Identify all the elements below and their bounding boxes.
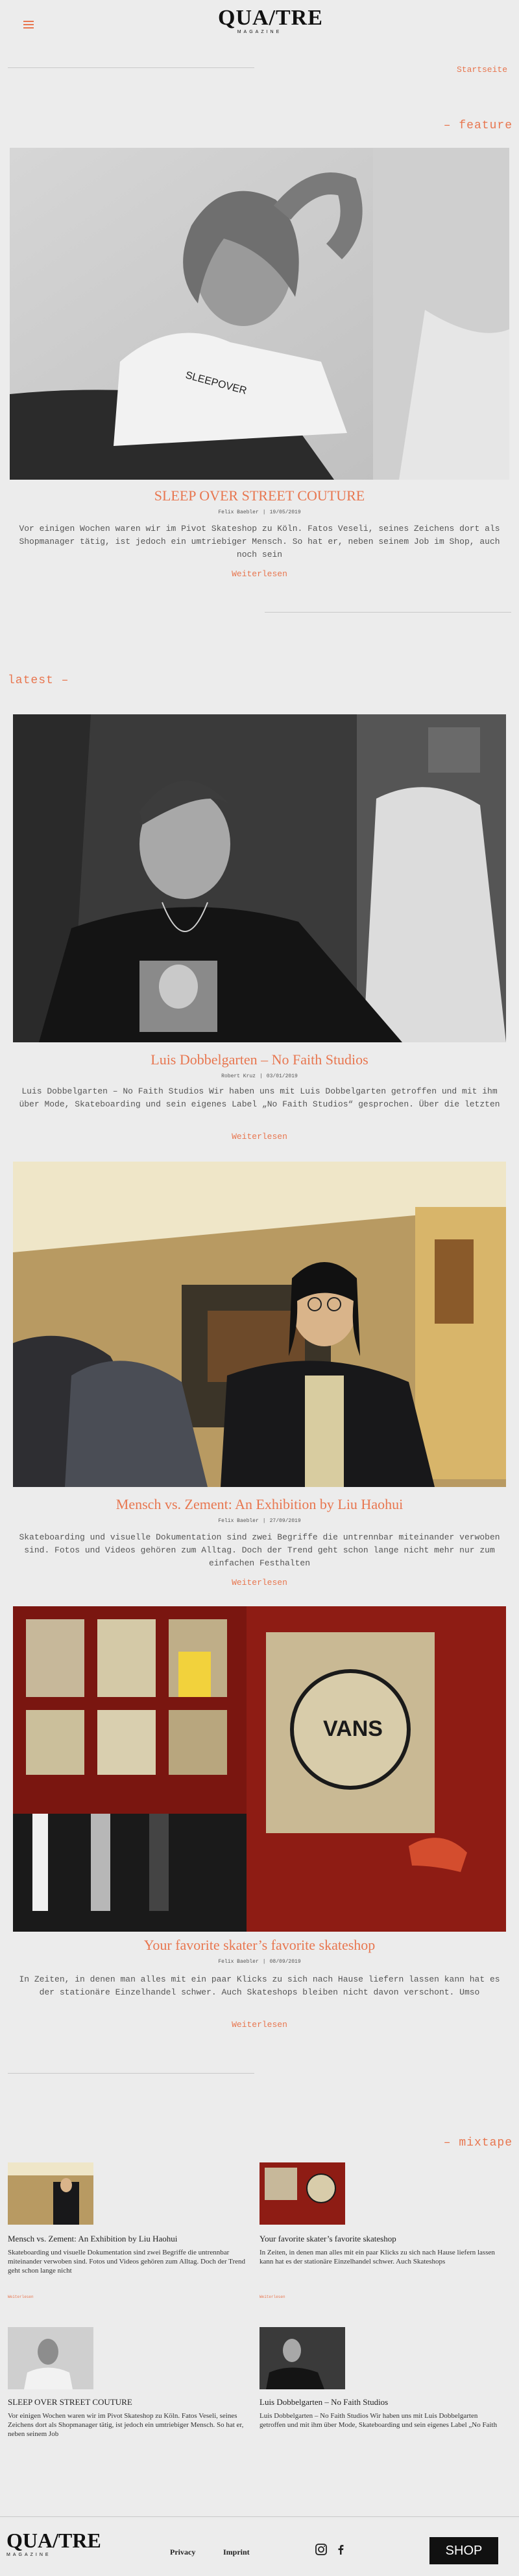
mixtape-item-text: Vor einigen Wochen waren wir im Pivot Sk… <box>8 2412 244 2438</box>
mixtape-thumbnail[interactable] <box>8 2327 93 2389</box>
post-author[interactable]: Felix Baebler <box>218 1959 258 1965</box>
featured-image[interactable]: SLEEPOVER <box>10 148 509 480</box>
mixtape-thumbnail[interactable] <box>8 2162 93 2225</box>
mixtape-item-text: Luis Dobbelgarten – No Faith Studios Wir… <box>260 2412 498 2429</box>
instagram-icon[interactable] <box>314 2542 328 2557</box>
site-logo[interactable]: QUA/TRE MAGAZINE <box>218 5 323 47</box>
mixtape-item-title[interactable]: Luis Dobbelgarten – No Faith Studios <box>260 2397 388 2407</box>
post-author[interactable]: Felix Baebler <box>218 509 258 515</box>
read-more-link[interactable]: Weiterlesen <box>0 2020 519 2030</box>
page: QUA/TRE MAGAZINE Startseite – feature SL… <box>0 0 519 2576</box>
mixtape-thumbnail[interactable] <box>260 2162 345 2225</box>
mixtape-thumbnail[interactable] <box>260 2327 345 2389</box>
hamburger-menu-icon[interactable] <box>23 21 34 29</box>
post-author[interactable]: Felix Baebler <box>218 1518 258 1524</box>
featured-post-meta: Felix Baebler | 19/05/2019 <box>218 509 301 515</box>
post-title[interactable]: Mensch vs. Zement: An Exhibition by Liu … <box>0 1496 519 1513</box>
footer-logo[interactable]: QUA/TRE MAGAZINE <box>6 2528 101 2557</box>
mixtape-item-text: Skateboarding und visuelle Dokumentation… <box>8 2249 246 2275</box>
post-image-skateshop[interactable]: VANS <box>13 1606 506 1932</box>
mixtape-item-text: In Zeiten, in denen man alles mit ein pa… <box>260 2249 495 2266</box>
post-title[interactable]: Your favorite skater’s favorite skatesho… <box>0 1937 519 1954</box>
post-excerpt: Skateboarding und visuelle Dokumentation… <box>19 1532 500 1568</box>
mixtape-item-link[interactable]: Weiterlesen <box>260 2295 285 2299</box>
divider <box>265 612 511 613</box>
logo-wordmark: QUA/TRE <box>6 2529 101 2552</box>
logo-subline: MAGAZINE <box>6 2553 51 2557</box>
post-image-luis-dobbelgarten[interactable] <box>13 714 506 1042</box>
post-title[interactable]: Luis Dobbelgarten – No Faith Studios <box>0 1051 519 1068</box>
mixtape-item-title[interactable]: Mensch vs. Zement: An Exhibition by Liu … <box>8 2234 177 2244</box>
site-header: QUA/TRE MAGAZINE <box>0 0 519 52</box>
mixtape-item-link[interactable]: Weiterlesen <box>8 2295 34 2299</box>
logo-wordmark: QUA/TRE <box>218 6 323 30</box>
divider <box>8 67 254 68</box>
divider <box>8 2073 254 2074</box>
mixtape-item-title[interactable]: SLEEP OVER STREET COUTURE <box>8 2397 132 2407</box>
footer-divider <box>0 2516 519 2517</box>
post-excerpt: Luis Dobbelgarten – No Faith Studios Wir… <box>19 1086 500 1109</box>
featured-read-more-link[interactable]: Weiterlesen <box>0 569 519 579</box>
post-meta: Felix Baebler | 27/09/2019 <box>218 1518 301 1524</box>
read-more-link[interactable]: Weiterlesen <box>0 1132 519 1142</box>
svg-text:VANS: VANS <box>323 1716 383 1741</box>
post-excerpt: In Zeiten, in denen man alles mit ein pa… <box>19 1974 500 1997</box>
post-date: 08/09/2019 <box>269 1959 301 1965</box>
privacy-link[interactable]: Privacy <box>170 2547 195 2557</box>
read-more-link[interactable]: Weiterlesen <box>0 1578 519 1587</box>
post-date: 27/09/2019 <box>269 1518 301 1524</box>
shop-button[interactable]: SHOP <box>429 2537 498 2564</box>
mixtape-item-title[interactable]: Your favorite skater’s favorite skatesho… <box>260 2234 396 2244</box>
breadcrumb-startseite[interactable]: Startseite <box>457 65 507 75</box>
post-image-mensch-vs-zement[interactable] <box>13 1162 506 1487</box>
post-date: 19/05/2019 <box>269 509 301 515</box>
post-date: 03/01/2019 <box>266 1073 298 1079</box>
post-meta: Felix Baebler | 08/09/2019 <box>218 1959 301 1965</box>
mixtape-section-label: – mixtape <box>443 2137 513 2149</box>
facebook-icon[interactable] <box>333 2542 348 2557</box>
imprint-link[interactable]: Imprint <box>223 2547 250 2557</box>
latest-section-label: latest – <box>8 674 69 687</box>
post-author[interactable]: Robert Kruz <box>221 1073 256 1079</box>
featured-post-excerpt: Vor einigen Wochen waren wir im Pivot Sk… <box>19 524 500 559</box>
post-meta: Robert Kruz | 03/01/2019 <box>221 1073 298 1079</box>
featured-post-title[interactable]: SLEEP OVER STREET COUTURE <box>0 487 519 504</box>
feature-section-label: – feature <box>443 119 513 132</box>
